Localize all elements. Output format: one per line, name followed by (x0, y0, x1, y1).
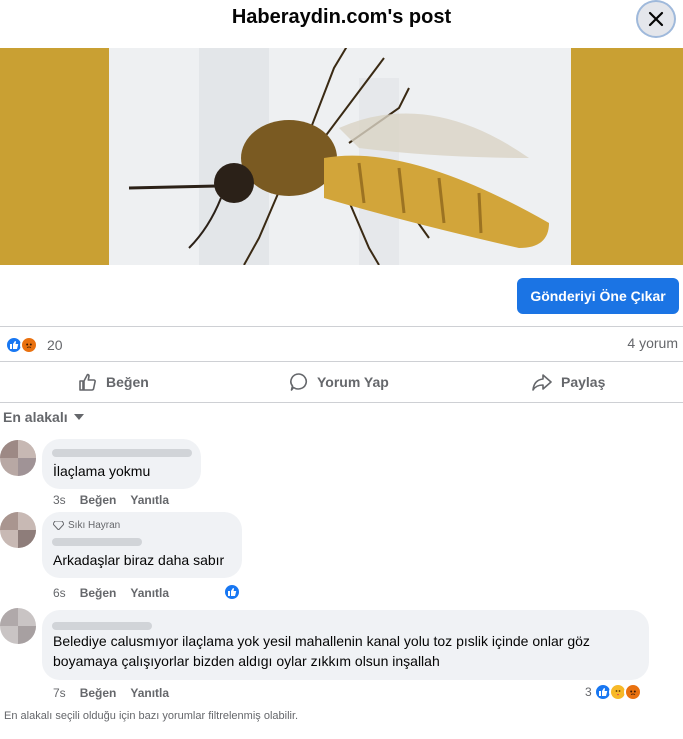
caret-down-icon (73, 414, 84, 420)
comment-count[interactable]: 4 yorum (627, 335, 678, 351)
comment-label: Yorum Yap (317, 374, 389, 390)
comment-like-link[interactable]: Beğen (80, 586, 117, 600)
avatar[interactable] (0, 440, 36, 476)
comment-like-reaction-icon[interactable] (223, 583, 241, 601)
comment-reaction-count: 3 (585, 685, 592, 699)
comment-text: Arkadaşlar biraz daha sabır (53, 552, 225, 568)
comment-reply-link[interactable]: Yanıtla (130, 686, 169, 700)
comment-reaction-summary[interactable]: 3 (585, 683, 642, 701)
share-arrow-icon (532, 374, 552, 391)
comment-author-name[interactable] (52, 449, 192, 457)
comment-bubble: Belediye calusmıyor ilaçlama yok yesil m… (42, 610, 649, 680)
comment-time[interactable]: 6s (53, 586, 66, 600)
mosquito-illustration (128, 48, 549, 265)
avatar[interactable] (0, 512, 36, 548)
comment-author-name[interactable] (52, 622, 152, 630)
comment-text-line-2: boyamaya çalışıyorlar bizden aldıgı oyla… (53, 653, 440, 669)
comment-text-line-1: Belediye calusmıyor ilaçlama yok yesil m… (53, 633, 590, 649)
comment-bubble: İlaçlama yokmu (42, 439, 201, 489)
top-fan-badge: Sıkı Hayran (53, 520, 120, 531)
promote-row: Gönderiyi Öne Çıkar (0, 265, 683, 327)
reaction-icons[interactable] (5, 336, 38, 354)
sort-label: En alakalı (3, 409, 68, 425)
reaction-summary: 20 4 yorum (0, 328, 683, 361)
avatar[interactable] (0, 608, 36, 644)
like-thumb-icon (79, 373, 96, 391)
share-label: Paylaş (561, 374, 606, 390)
comment-meta: 7s Beğen Yanıtla (53, 686, 169, 700)
comment-meta: 6s Beğen Yanıtla (53, 586, 169, 600)
dialog-header: Haberaydin.com's post (0, 0, 683, 48)
post-image[interactable] (0, 48, 683, 265)
comment-author-name[interactable] (52, 538, 142, 546)
comment-bubble: Sıkı Hayran Arkadaşlar biraz daha sabır (42, 512, 242, 578)
dialog-title: Haberaydin.com's post (231, 6, 452, 28)
comment-reply-link[interactable]: Yanıtla (130, 586, 169, 600)
post-actions: Beğen Yorum Yap Paylaş (0, 361, 683, 403)
badge-label: Sıkı Hayran (68, 520, 121, 531)
close-button[interactable] (636, 0, 676, 38)
like-button[interactable]: Beğen (78, 362, 149, 402)
comment-like-link[interactable]: Beğen (80, 493, 117, 507)
comment-reply-link[interactable]: Yanıtla (130, 493, 169, 507)
comment-like-link[interactable]: Beğen (80, 686, 117, 700)
comment-time[interactable]: 7s (53, 686, 66, 700)
reaction-count[interactable]: 20 (47, 337, 63, 353)
comment-sort-dropdown[interactable]: En alakalı (3, 409, 84, 425)
comment-meta: 3s Beğen Yanıtla (53, 493, 169, 507)
diamond-icon (53, 521, 64, 530)
close-icon (648, 11, 664, 27)
comment-bubble-icon (290, 373, 308, 391)
filter-note: En alakalı seçili olduğu için bazı yorum… (4, 710, 299, 722)
share-button[interactable]: Paylaş (531, 362, 605, 402)
angry-reaction-icon (20, 336, 38, 354)
comment-time[interactable]: 3s (53, 493, 66, 507)
angry-reaction-icon (623, 683, 642, 701)
comment-text: İlaçlama yokmu (53, 463, 151, 479)
promote-post-button[interactable]: Gönderiyi Öne Çıkar (517, 278, 679, 314)
like-label: Beğen (106, 374, 149, 390)
comment-button[interactable]: Yorum Yap (289, 362, 389, 402)
